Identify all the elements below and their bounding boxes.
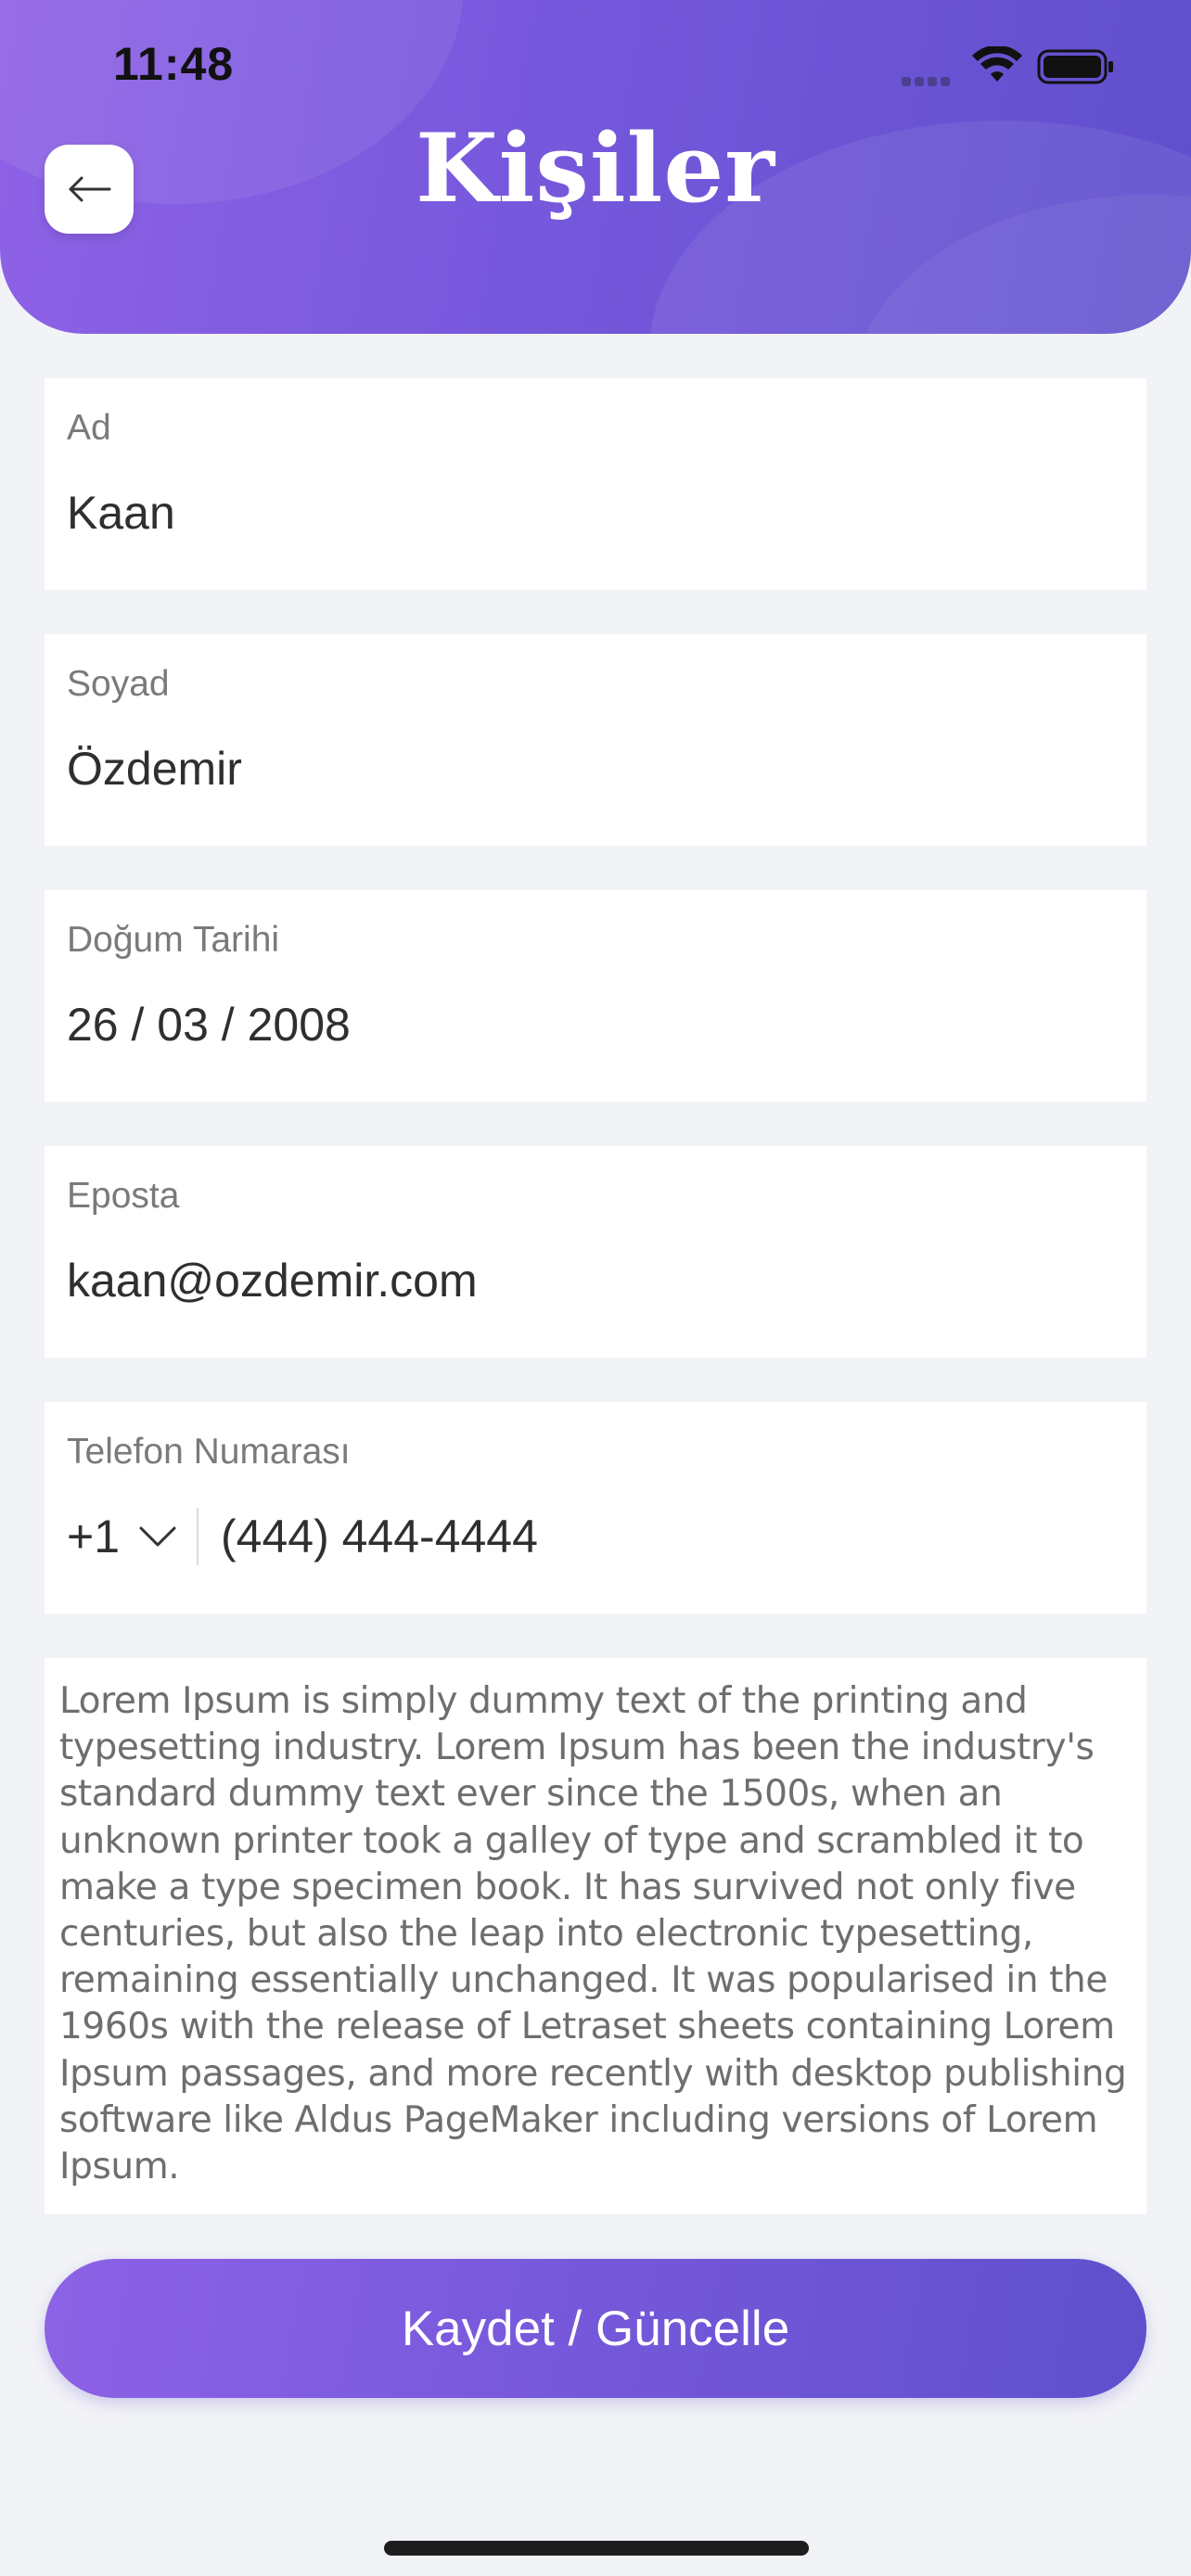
last-name-field[interactable]: Soyad Özdemir (45, 634, 1146, 846)
birth-date-label: Doğum Tarihi (67, 920, 280, 960)
phone-number-input[interactable]: (444) 444-4444 (221, 1510, 538, 1563)
wifi-icon (972, 46, 1022, 82)
email-field[interactable]: Eposta kaan@ozdemir.com (45, 1146, 1146, 1358)
save-update-button[interactable]: Kaydet / Güncelle (45, 2259, 1146, 2398)
first-name-field[interactable]: Ad Kaan (45, 378, 1146, 590)
last-name-label: Soyad (67, 664, 170, 704)
first-name-input[interactable]: Kaan (67, 486, 175, 540)
email-label: Eposta (67, 1176, 180, 1216)
chevron-down-icon[interactable] (137, 1519, 178, 1552)
birth-date-field[interactable]: Doğum Tarihi 26 / 03 / 2008 (45, 890, 1146, 1102)
home-indicator (384, 2541, 809, 2556)
birth-date-input[interactable]: 26 / 03 / 2008 (67, 998, 351, 1052)
signal-icon (902, 74, 957, 86)
email-input[interactable]: kaan@ozdemir.com (67, 1254, 478, 1307)
phone-field[interactable]: Telefon Numarası +1 (444) 444-4444 (45, 1402, 1146, 1613)
phone-label: Telefon Numarası (67, 1432, 351, 1472)
country-code-select[interactable]: +1 (67, 1510, 120, 1563)
status-bar-time: 11:48 (113, 38, 235, 90)
first-name-label: Ad (67, 408, 111, 448)
contact-edit-screen: 11:48 Kişiler Ad Kaan Soyad Özdemir Doğu… (0, 0, 1191, 2576)
phone-divider (197, 1508, 198, 1565)
battery-icon (1037, 49, 1113, 84)
page-title: Kişiler (416, 113, 775, 224)
header-banner: 11:48 Kişiler (0, 0, 1191, 334)
last-name-input[interactable]: Özdemir (67, 742, 242, 796)
notes-field[interactable]: Lorem Ipsum is simply dummy text of the … (45, 1658, 1146, 2214)
notes-textarea[interactable]: Lorem Ipsum is simply dummy text of the … (59, 1678, 1135, 2190)
